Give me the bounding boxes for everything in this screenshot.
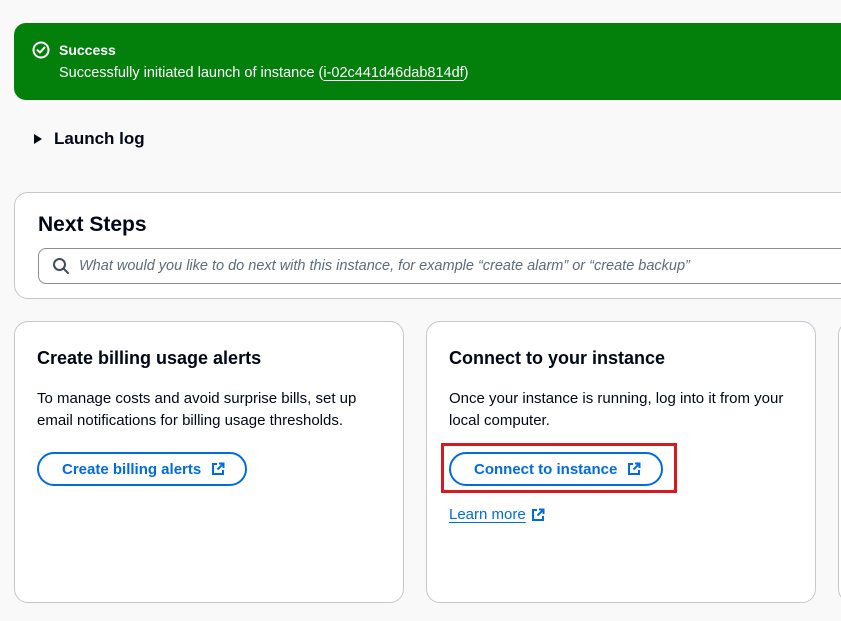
external-link-icon [628,462,641,475]
launch-log-label: Launch log [54,129,145,148]
launch-log-toggle[interactable]: Launch log [34,128,145,150]
instance-id-link[interactable]: i-02c441d46dab814df [323,65,463,81]
card-description: To manage costs and avoid surprise bills… [37,390,357,429]
button-label: Create billing alerts [62,460,202,478]
card-title: Create billing usage alerts [37,348,262,368]
caret-right-icon [34,134,42,144]
search-input[interactable] [79,258,841,274]
flash-title: Success [59,42,116,58]
flash-message-prefix: Successfully initiated launch of instanc… [59,65,324,81]
billing-alerts-card: Create billing usage alerts To manage co… [14,321,404,603]
learn-more-label: Learn more [449,506,526,523]
check-circle-icon [32,41,50,59]
learn-more-link[interactable]: Learn more [449,505,545,525]
card-description: Once your instance is running, log into … [449,390,784,429]
connect-instance-card: Connect to your instance Once your insta… [426,321,816,603]
next-steps-title: Next Steps [38,213,147,236]
flash-message-suffix: ) [463,65,469,81]
next-steps-search[interactable] [38,248,841,284]
connect-to-instance-button[interactable]: Connect to instance [449,452,664,486]
flash-message: Successfully initiated launch of instanc… [59,63,469,83]
external-link-icon [531,508,545,521]
success-flash-banner: Success Successfully initiated launch of… [14,23,841,100]
external-link-icon [212,462,225,475]
card-title: Connect to your instance [449,348,666,368]
next-steps-panel: Next Steps [14,192,841,299]
button-label: Connect to instance [474,460,618,478]
create-billing-alerts-button[interactable]: Create billing alerts [37,452,248,486]
search-icon [53,258,69,274]
